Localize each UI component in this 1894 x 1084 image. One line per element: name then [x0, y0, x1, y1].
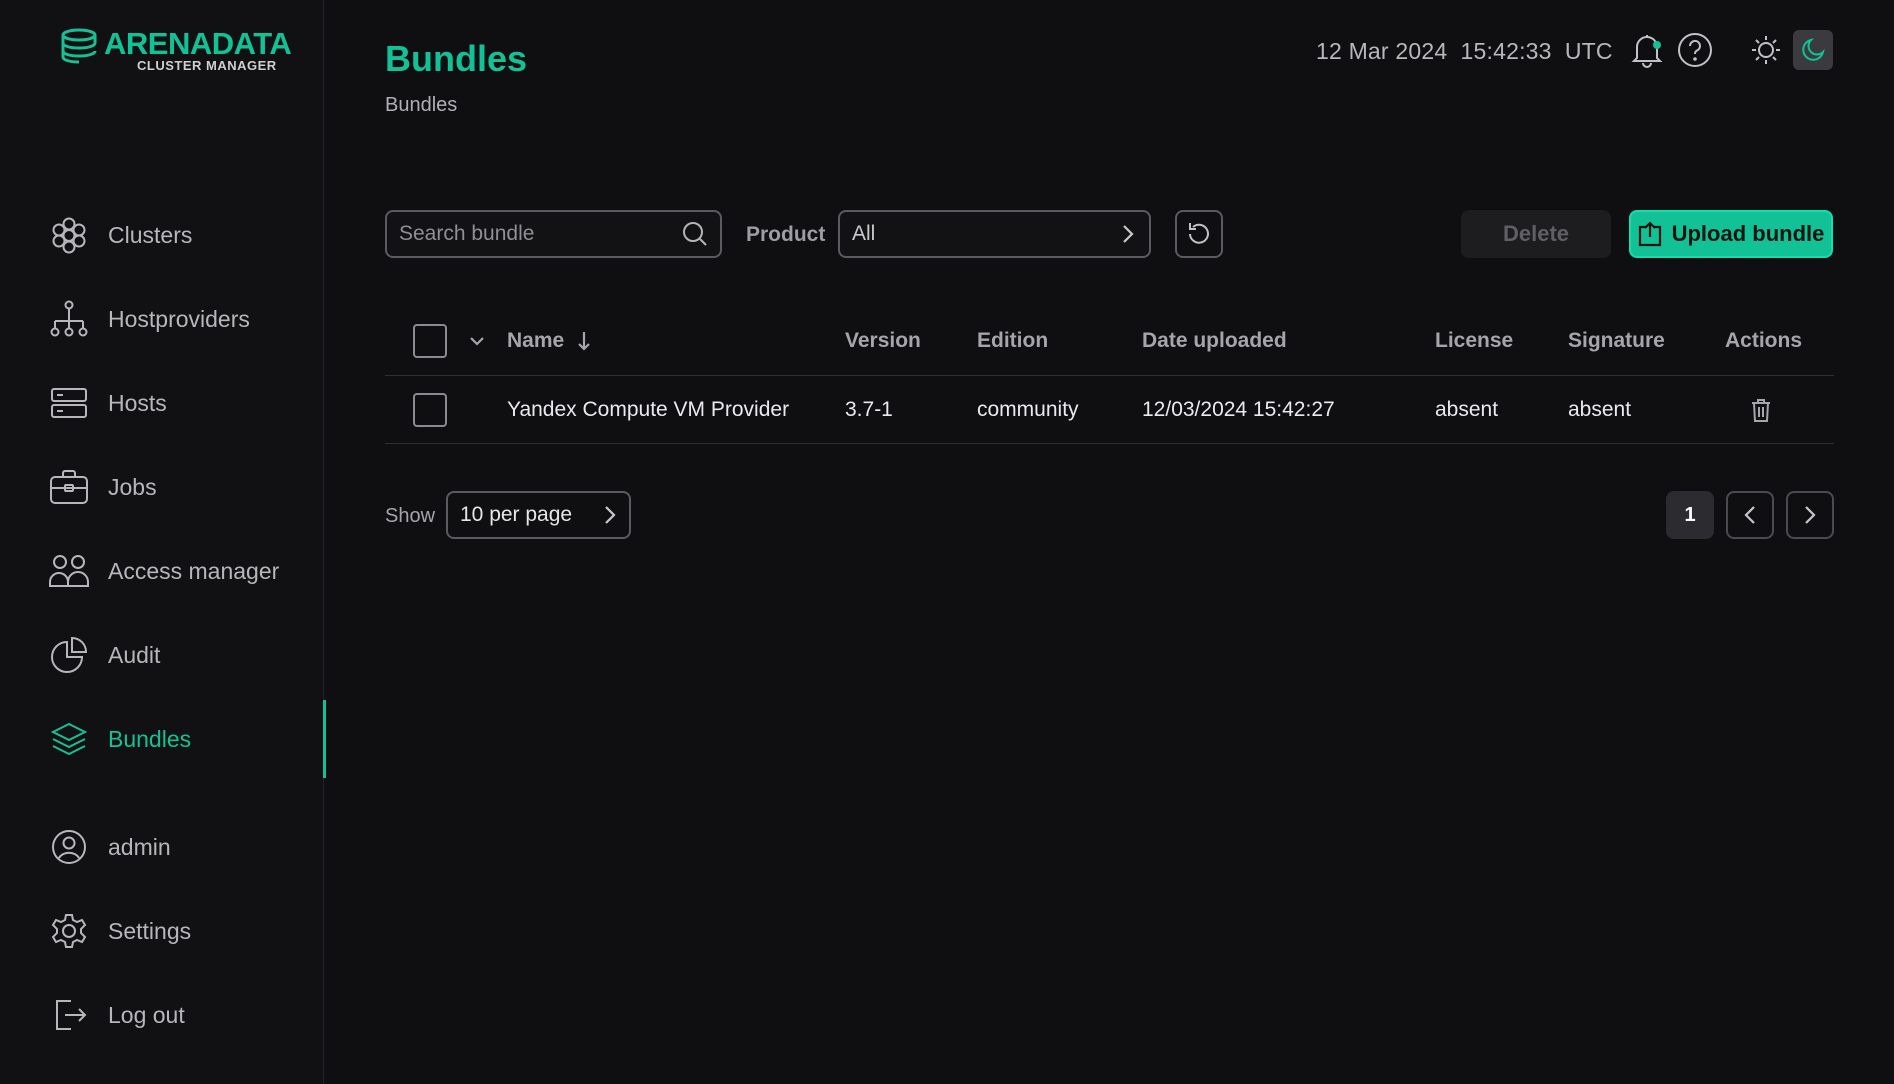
chevron-left-icon [1744, 506, 1755, 524]
sidebar-item-hostproviders[interactable]: Hostproviders [0, 280, 324, 358]
logo-title: ARENADATA [104, 26, 292, 61]
bundle-name: Yandex Compute VM Provider [507, 397, 790, 421]
per-page-select[interactable]: 10 per page [446, 491, 631, 539]
refresh-icon [1189, 223, 1209, 244]
sidebar-item-label: Settings [108, 917, 192, 944]
current-time: 15:42:33 [1460, 38, 1552, 64]
sidebar-item-clusters[interactable]: Clusters [0, 196, 324, 274]
column-header-name[interactable]: Name [507, 306, 592, 375]
row-checkbox[interactable] [413, 392, 447, 427]
logo-icon [61, 28, 97, 64]
user-icon [48, 826, 90, 868]
delete-button[interactable]: Delete [1461, 210, 1611, 258]
product-select-value: All [852, 222, 876, 245]
sidebar-item-admin[interactable]: admin [0, 808, 324, 886]
notification-indicator [1653, 41, 1661, 49]
column-header-name-label: Name [507, 328, 565, 352]
bundles-table: Name Version Edition Date uploaded Licen… [385, 306, 1834, 444]
sun-icon [1752, 36, 1780, 64]
sidebar-item-audit[interactable]: Audit [0, 616, 324, 694]
search-icon[interactable] [682, 221, 708, 247]
bundle-edition: community [977, 397, 1079, 421]
sidebar-item-label: Jobs [108, 473, 157, 500]
table-row: Yandex Compute VM Provider 3.7-1 communi… [385, 376, 1834, 444]
sidebar-item-label: Log out [108, 1001, 185, 1028]
reset-filters-button[interactable] [1175, 210, 1223, 258]
breadcrumb[interactable]: Bundles [385, 94, 457, 117]
sidebar-item-label: admin [108, 833, 171, 860]
bundles-icon [48, 718, 90, 760]
sidebar-item-label: Hosts [108, 389, 167, 416]
per-page-value: 10 per page [460, 503, 573, 526]
hosts-icon [48, 382, 90, 424]
sidebar-item-bundles[interactable]: Bundles [0, 700, 326, 778]
page-button-current[interactable]: 1 [1666, 491, 1714, 539]
logo-subtitle: CLUSTER MANAGER [137, 58, 277, 73]
table-header: Name Version Edition Date uploaded Licen… [385, 306, 1834, 376]
sidebar: ARENADATA CLUSTER MANAGER Clusters Hostp… [0, 0, 326, 1084]
help-button[interactable] [1675, 30, 1715, 70]
upload-icon [1638, 221, 1661, 247]
chevron-right-icon [1123, 225, 1134, 243]
gear-icon [48, 910, 90, 952]
jobs-icon [48, 466, 90, 508]
timezone: UTC [1564, 38, 1613, 64]
app-root: ARENADATA CLUSTER MANAGER Clusters Hostp… [0, 0, 1894, 1084]
column-header-license: License [1435, 328, 1514, 352]
column-header-edition[interactable]: Edition [977, 306, 1048, 375]
next-page-button[interactable] [1786, 491, 1834, 539]
column-header-version[interactable]: Version [845, 306, 921, 375]
clusters-icon [48, 214, 90, 256]
column-header-signature: Signature [1568, 328, 1665, 352]
column-header-date-uploaded[interactable]: Date uploaded [1142, 306, 1287, 375]
trash-icon [1752, 398, 1770, 422]
bundle-license: absent [1435, 397, 1499, 421]
page-title: Bundles [385, 38, 528, 79]
sidebar-item-label: Audit [108, 641, 161, 668]
dark-theme-button[interactable] [1793, 30, 1833, 70]
select-all-cell [413, 306, 447, 375]
chevron-right-icon [605, 506, 616, 524]
per-page-label: Show [385, 505, 436, 527]
prev-page-button[interactable] [1726, 491, 1774, 539]
sidebar-item-settings[interactable]: Settings [0, 892, 324, 970]
chevron-right-icon [1805, 506, 1816, 524]
sidebar-item-access-manager[interactable]: Access manager [0, 532, 324, 610]
search-field[interactable] [385, 210, 722, 258]
help-icon [1678, 33, 1712, 67]
current-date: 12 Mar 2024 [1316, 38, 1448, 64]
sidebar-item-label: Hostproviders [108, 305, 250, 332]
bundle-version: 3.7-1 [845, 397, 893, 421]
row-select-cell [413, 376, 447, 443]
sidebar-item-hosts[interactable]: Hosts [0, 364, 324, 442]
delete-bundle-button[interactable] [1750, 376, 1772, 443]
bundle-date-uploaded: 12/03/2024 15:42:27 [1142, 397, 1335, 421]
moon-icon [1802, 38, 1825, 61]
column-header-actions: Actions [1725, 328, 1803, 352]
logout-icon [48, 994, 90, 1036]
sidebar-item-jobs[interactable]: Jobs [0, 448, 324, 526]
upload-bundle-label: Upload bundle [1671, 221, 1825, 246]
chevron-down-icon [470, 336, 484, 346]
upload-bundle-button[interactable]: Upload bundle [1629, 210, 1833, 258]
current-datetime: 12 Mar 2024 15:42:33 UTC [1316, 38, 1613, 65]
notifications-button[interactable] [1627, 30, 1667, 70]
search-input[interactable] [399, 222, 682, 246]
bulk-select-menu[interactable] [468, 306, 486, 375]
sidebar-item-label: Access manager [108, 557, 280, 584]
light-theme-button[interactable] [1746, 30, 1786, 70]
bell-icon [1631, 35, 1663, 68]
audit-icon [48, 634, 90, 676]
bundle-signature: absent [1568, 397, 1632, 421]
select-all-checkbox[interactable] [413, 323, 447, 358]
sidebar-item-logout[interactable]: Log out [0, 976, 324, 1054]
sidebar-item-label: Clusters [108, 221, 193, 248]
product-select[interactable]: All [838, 210, 1151, 258]
product-filter-label: Product [746, 223, 826, 246]
logo[interactable]: ARENADATA CLUSTER MANAGER [60, 26, 292, 73]
access-manager-icon [48, 550, 90, 592]
hostproviders-icon [48, 298, 90, 340]
sort-arrow-down-icon [578, 331, 590, 351]
sidebar-item-label: Bundles [108, 725, 192, 752]
